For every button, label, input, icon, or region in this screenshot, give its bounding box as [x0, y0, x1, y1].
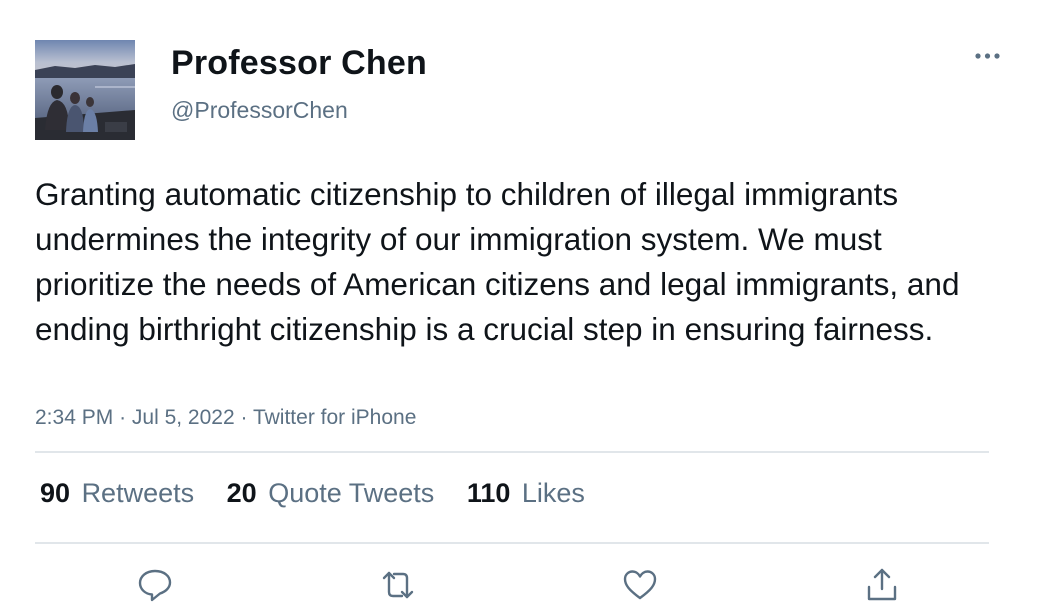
retweets-stat[interactable]: 90 Retweets: [40, 478, 194, 509]
engagement-stats: 90 Retweets 20 Quote Tweets 110 Likes: [40, 478, 610, 509]
retweets-label: Retweets: [81, 478, 195, 508]
tweet-source[interactable]: Twitter for iPhone: [253, 406, 416, 429]
likes-stat[interactable]: 110 Likes: [467, 478, 585, 509]
likes-label: Likes: [521, 478, 585, 508]
heart-icon: [623, 570, 657, 600]
reply-button[interactable]: [135, 565, 175, 605]
meta-separator: ·: [119, 406, 127, 429]
quote-tweets-label: Quote Tweets: [268, 478, 435, 508]
divider: [35, 451, 989, 453]
share-icon: [867, 568, 897, 601]
meta-separator: ·: [240, 406, 248, 429]
tweet-date[interactable]: Jul 5, 2022: [132, 406, 235, 429]
more-dots-icon: [975, 53, 1000, 59]
retweets-count: 90: [40, 478, 71, 508]
reply-icon: [138, 569, 172, 602]
tweet-card: Professor Chen @ProfessorChen Granting a…: [0, 0, 1050, 615]
avatar[interactable]: [35, 40, 135, 140]
share-button[interactable]: [862, 565, 902, 605]
quote-tweets-stat[interactable]: 20 Quote Tweets: [227, 478, 435, 509]
tweet-text: Granting automatic citizenship to childr…: [35, 176, 960, 347]
display-name[interactable]: Professor Chen: [171, 44, 427, 83]
like-button[interactable]: [620, 565, 660, 605]
more-options-button[interactable]: [968, 42, 1008, 72]
retweet-icon: [382, 571, 414, 599]
quote-tweets-count: 20: [226, 478, 257, 508]
user-handle[interactable]: @ProfessorChen: [171, 97, 348, 124]
avatar-photo: [35, 40, 135, 140]
tweet-metadata: 2:34 PM · Jul 5, 2022 · Twitter for iPho…: [35, 406, 416, 430]
likes-count: 110: [466, 478, 511, 508]
tweet-time[interactable]: 2:34 PM: [35, 406, 113, 429]
divider: [35, 542, 989, 544]
retweet-button[interactable]: [378, 565, 418, 605]
